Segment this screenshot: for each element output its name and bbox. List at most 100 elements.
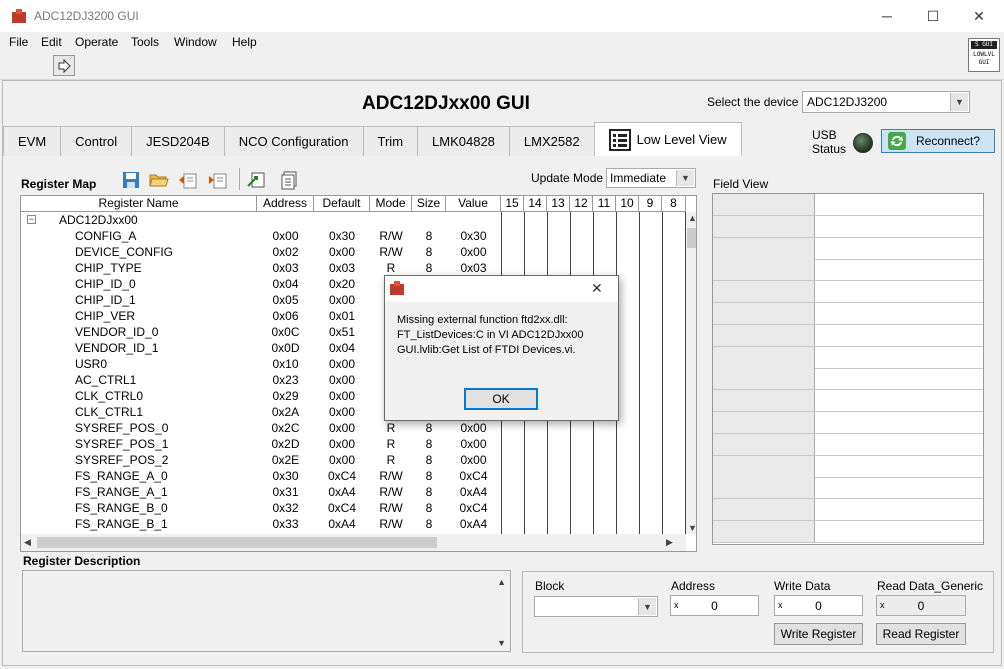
col-header-bit10[interactable]: 10 xyxy=(616,196,639,212)
scroll-up-icon[interactable]: ▲ xyxy=(497,577,506,587)
col-header-bit8[interactable]: 8 xyxy=(662,196,686,212)
col-header-bit15[interactable]: 15 xyxy=(501,196,524,212)
table-row[interactable]: CONFIG_A 0x00 0x30 R/W 8 0x30 xyxy=(21,228,686,244)
tab-lmx2582[interactable]: LMX2582 xyxy=(508,126,595,156)
field-view-row[interactable] xyxy=(713,303,983,325)
field-view-row[interactable] xyxy=(713,324,983,347)
col-header-bit11[interactable]: 11 xyxy=(593,196,616,212)
scroll-down-icon[interactable]: ▼ xyxy=(688,523,696,533)
menu-edit[interactable]: Edit xyxy=(41,35,62,49)
tab-low-level-view[interactable]: Low Level View xyxy=(593,122,742,156)
menu-window[interactable]: Window xyxy=(174,35,217,49)
menu-operate[interactable]: Operate xyxy=(75,35,118,49)
field-view-row[interactable] xyxy=(713,259,983,282)
field-view-row[interactable] xyxy=(713,281,983,304)
field-view-row[interactable] xyxy=(713,412,983,434)
cell-value[interactable]: 0x00 xyxy=(446,420,501,436)
col-header-address[interactable]: Address xyxy=(257,196,314,212)
horizontal-scrollbar[interactable]: ◀ ▶ xyxy=(21,534,686,551)
address-field[interactable]: x 0 xyxy=(670,595,759,616)
vertical-scrollbar[interactable]: ▲ ▼ xyxy=(686,212,696,534)
open-folder-icon[interactable] xyxy=(149,170,169,190)
field-view-row[interactable] xyxy=(713,237,983,260)
col-header-default[interactable]: Default xyxy=(314,196,370,212)
tree-root-row[interactable]: − ADC12DJxx00 xyxy=(21,212,686,228)
vertical-scroll-thumb[interactable] xyxy=(687,228,696,248)
cell-value[interactable]: 0x00 xyxy=(446,452,501,468)
read-all-icon[interactable] xyxy=(246,170,266,190)
table-row[interactable]: SYSREF_POS_2 0x2E 0x00 R 8 0x00 xyxy=(21,452,686,468)
maximize-button[interactable]: ☐ xyxy=(910,0,956,32)
horizontal-scroll-thumb[interactable] xyxy=(37,537,437,548)
table-row[interactable]: SYSREF_POS_0 0x2C 0x00 R 8 0x00 xyxy=(21,420,686,436)
tab-lmk04828[interactable]: LMK04828 xyxy=(417,126,510,156)
field-view-row[interactable] xyxy=(713,390,983,413)
field-view-row[interactable] xyxy=(713,455,983,478)
table-row[interactable]: SYSREF_POS_1 0x2D 0x00 R 8 0x00 xyxy=(21,436,686,452)
cell-value[interactable]: 0xA4 xyxy=(446,516,501,532)
col-header-mode[interactable]: Mode xyxy=(370,196,412,212)
write-all-icon[interactable] xyxy=(279,170,299,190)
col-header-bit12[interactable]: 12 xyxy=(570,196,593,212)
cell-value[interactable]: 0x00 xyxy=(446,244,501,260)
field-view-row[interactable] xyxy=(713,194,983,216)
scroll-right-icon[interactable]: ▶ xyxy=(666,537,673,548)
menu-file[interactable]: File xyxy=(9,35,28,49)
device-select[interactable]: ADC12DJ3200 ▼ xyxy=(802,91,970,113)
field-view-row[interactable] xyxy=(713,477,983,500)
ok-button[interactable]: OK xyxy=(464,388,538,410)
close-button[interactable]: ✕ xyxy=(956,0,1002,32)
block-select[interactable]: ▼ xyxy=(534,596,658,617)
save-icon[interactable] xyxy=(121,170,141,190)
field-view-row[interactable] xyxy=(713,368,983,391)
reconnect-button[interactable]: Reconnect? xyxy=(881,129,995,153)
table-row[interactable]: FS_RANGE_B_1 0x33 0xA4 R/W 8 0xA4 xyxy=(21,516,686,532)
save-config-icon[interactable] xyxy=(208,170,228,190)
field-view-row[interactable] xyxy=(713,215,983,238)
cell-value[interactable]: 0xA4 xyxy=(446,484,501,500)
read-register-button[interactable]: Read Register xyxy=(876,623,966,645)
table-row[interactable]: FS_RANGE_B_0 0x32 0xC4 R/W 8 0xC4 xyxy=(21,500,686,516)
cell-value[interactable]: 0x30 xyxy=(446,228,501,244)
tab-nco-configuration[interactable]: NCO Configuration xyxy=(223,126,364,156)
chevron-down-icon[interactable]: ▼ xyxy=(676,170,694,186)
tab-control[interactable]: Control xyxy=(60,126,133,156)
table-row[interactable]: DEVICE_CONFIG 0x02 0x00 R/W 8 0x00 xyxy=(21,244,686,260)
chevron-down-icon[interactable]: ▼ xyxy=(638,598,656,615)
menu-help[interactable]: Help xyxy=(232,35,257,49)
col-header-bit9[interactable]: 9 xyxy=(639,196,662,212)
field-view-row[interactable] xyxy=(713,521,983,543)
col-header-bit14[interactable]: 14 xyxy=(524,196,547,212)
scroll-up-icon[interactable]: ▲ xyxy=(688,213,696,223)
load-config-icon[interactable] xyxy=(178,170,198,190)
cell-address: 0x06 xyxy=(272,309,299,323)
write-register-button[interactable]: Write Register xyxy=(774,623,863,645)
cell-value[interactable]: 0xC4 xyxy=(446,500,501,516)
scroll-left-icon[interactable]: ◀ xyxy=(24,537,31,548)
update-mode-select[interactable]: Immediate ▼ xyxy=(606,168,696,188)
cell-value[interactable]: 0xC4 xyxy=(446,468,501,484)
write-data-field[interactable]: x 0 xyxy=(774,595,863,616)
field-view-row[interactable] xyxy=(713,433,983,456)
table-row[interactable]: FS_RANGE_A_1 0x31 0xA4 R/W 8 0xA4 xyxy=(21,484,686,500)
tab-jesd204b[interactable]: JESD204B xyxy=(131,126,225,156)
chevron-down-icon[interactable]: ▼ xyxy=(950,93,968,111)
scroll-down-icon[interactable]: ▼ xyxy=(497,638,506,648)
menu-tools[interactable]: Tools xyxy=(131,35,159,49)
table-row[interactable]: CHIP_TYPE 0x03 0x03 R 8 0x03 xyxy=(21,260,686,276)
minimize-button[interactable]: ─ xyxy=(864,0,910,32)
field-view-row[interactable] xyxy=(713,499,983,522)
dialog-close-icon[interactable]: ✕ xyxy=(591,280,603,297)
col-header-register-name[interactable]: Register Name xyxy=(21,196,257,212)
col-header-size[interactable]: Size xyxy=(412,196,446,212)
table-row[interactable]: FS_RANGE_A_0 0x30 0xC4 R/W 8 0xC4 xyxy=(21,468,686,484)
col-header-value[interactable]: Value xyxy=(446,196,501,212)
field-view-row[interactable] xyxy=(713,346,983,369)
run-button[interactable] xyxy=(53,55,75,76)
col-header-bit13[interactable]: 13 xyxy=(547,196,570,212)
cell-value[interactable]: 0x00 xyxy=(446,436,501,452)
collapse-icon[interactable]: − xyxy=(27,215,36,224)
cell-value[interactable]: 0x03 xyxy=(446,260,501,276)
tab-evm[interactable]: EVM xyxy=(3,126,62,156)
tab-trim[interactable]: Trim xyxy=(362,126,419,156)
